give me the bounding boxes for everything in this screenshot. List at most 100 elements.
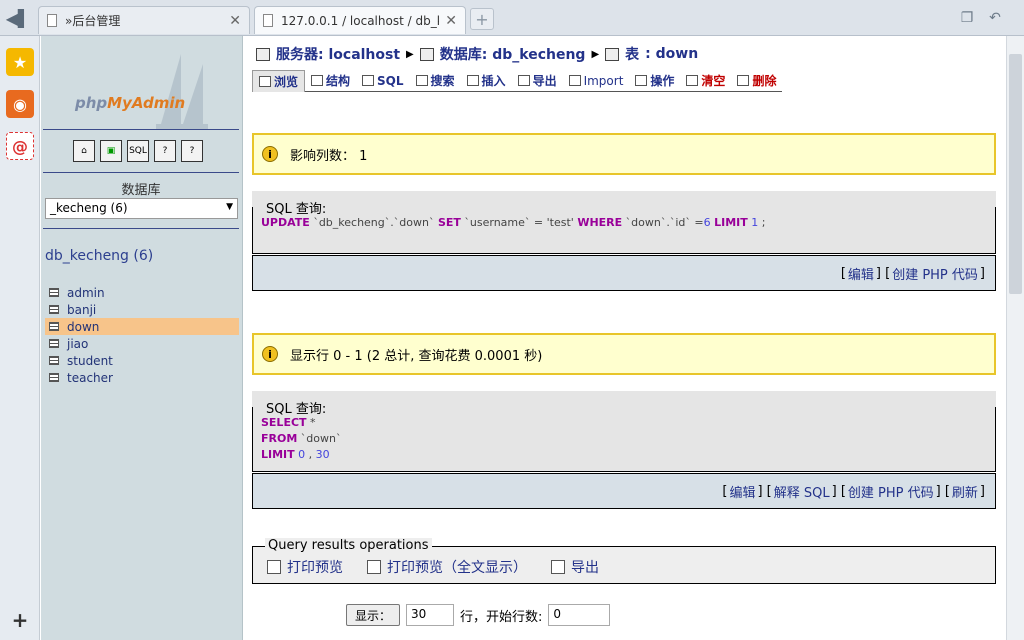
divider <box>43 172 239 173</box>
table-name: admin <box>67 285 105 300</box>
sql-query-legend: SQL 查询: <box>263 198 330 217</box>
print-preview-full-link[interactable]: 打印预览（全文显示） <box>367 557 527 577</box>
tab-export[interactable]: 导出 <box>511 70 563 92</box>
logo-myadmin: MyAdmin <box>107 94 186 112</box>
table-icon <box>49 373 59 382</box>
tab-drop[interactable]: 删除 <box>731 70 783 92</box>
create-php-link[interactable]: 创建 PHP 代码 <box>848 482 934 501</box>
docs-icon[interactable]: ? <box>154 140 176 162</box>
vertical-scrollbar[interactable] <box>1006 36 1024 640</box>
tab-insert[interactable]: 插入 <box>460 70 512 92</box>
tab-label: 插入 <box>481 74 506 88</box>
browser-tab-admin[interactable]: »后台管理 ✕ <box>38 6 250 34</box>
query-results-operations: Query results operations 打印预览 打印预览（全文显示）… <box>252 538 996 584</box>
rows-shown-notice: i 显示行 0 - 1 (2 总计, 查询花费 0.0001 秒) <box>252 333 996 375</box>
export-icon <box>551 560 565 574</box>
ship-logo-icon <box>156 54 208 130</box>
pma-navigation: phpMyAdmin ⌂ ▣ SQL ? ? 数据库 _kecheng (6) … <box>41 36 243 640</box>
table-item-teacher[interactable]: teacher <box>45 369 239 386</box>
sql-query-box-select: SQL 查询: SELECT * FROM `down` LIMIT 0 , 30 … <box>252 391 996 509</box>
search-icon <box>415 75 428 86</box>
table-tabs: 浏览 结构 SQL 搜索 插入 导出 Import 操作 清空 删除 <box>252 70 783 92</box>
insert-icon <box>466 75 479 86</box>
breadcrumb-database[interactable]: 数据库: db_kecheng <box>440 44 586 64</box>
tab-browse[interactable]: 浏览 <box>252 70 306 92</box>
sql-icon <box>362 75 375 86</box>
notice-text: 影响列数： 1 <box>290 148 368 164</box>
table-name: teacher <box>67 370 113 385</box>
close-tab-icon[interactable]: ✕ <box>445 13 457 29</box>
edit-link[interactable]: 编辑 <box>729 482 755 501</box>
browse-icon <box>259 76 271 87</box>
affected-rows-notice: i 影响列数： 1 <box>252 133 996 175</box>
sql-links-bar: [编辑] [解释 SQL] [创建 PHP 代码] [刷新] <box>252 473 996 509</box>
table-item-admin[interactable]: admin <box>45 284 239 301</box>
edit-link[interactable]: 编辑 <box>848 264 874 283</box>
export-label: 导出 <box>571 560 599 576</box>
new-tab-button[interactable]: + <box>470 8 494 30</box>
database-select[interactable]: _kecheng (6) ▼ <box>45 198 238 219</box>
table-name: jiao <box>67 336 89 351</box>
table-icon <box>49 288 59 297</box>
start-row-label: 行，开始行数: <box>460 609 543 625</box>
home-icon[interactable]: ⌂ <box>73 140 95 162</box>
database-label: 数据库 <box>121 183 161 198</box>
explain-sql-link[interactable]: 解释 SQL <box>774 482 830 501</box>
tab-label: 删除 <box>752 74 777 88</box>
breadcrumb-server[interactable]: 服务器: localhost <box>276 44 400 64</box>
table-item-down[interactable]: down <box>45 318 239 335</box>
table-name: banji <box>67 302 97 317</box>
table-item-student[interactable]: student <box>45 352 239 369</box>
import-icon <box>568 75 581 86</box>
table-name: down <box>67 319 100 334</box>
tab-sql[interactable]: SQL <box>356 70 410 92</box>
table-icon <box>605 47 620 61</box>
close-tab-icon[interactable]: ✕ <box>229 13 241 29</box>
breadcrumb: 服务器: localhost ▶ 数据库: db_kecheng ▶ 表 : d… <box>256 44 698 64</box>
pma-main: 服务器: localhost ▶ 数据库: db_kecheng ▶ 表 : d… <box>244 36 1006 640</box>
tab-label: 操作 <box>650 74 675 88</box>
breadcrumb-table[interactable]: : down <box>645 46 698 62</box>
tab-structure[interactable]: 结构 <box>305 70 357 92</box>
favorites-star-icon[interactable]: ★ <box>6 48 34 76</box>
start-row-input[interactable]: 0 <box>548 604 611 626</box>
sql-window-icon[interactable]: SQL <box>127 140 149 162</box>
sql-code-select: SELECT * FROM `down` LIMIT 0 , 30 <box>261 416 342 461</box>
help-icon[interactable]: ? <box>181 140 203 162</box>
tab-operations[interactable]: 操作 <box>629 70 681 92</box>
sql-code-update: UPDATE `db_kecheng`.`down` SET `username… <box>261 216 766 229</box>
table-list: admin banji down jiao student teacher <box>45 284 239 386</box>
tab-label: Import <box>583 73 624 88</box>
undo-close-icon[interactable]: ↶ <box>984 8 1006 28</box>
info-icon: i <box>262 346 278 362</box>
show-button[interactable]: 显示： <box>346 604 401 626</box>
rows-input[interactable]: 30 <box>406 604 455 626</box>
phpmyadmin-logo[interactable]: phpMyAdmin <box>75 94 185 112</box>
table-item-jiao[interactable]: jiao <box>45 335 239 352</box>
weibo-icon[interactable]: ◉ <box>6 90 34 118</box>
tab-label: 结构 <box>326 74 351 88</box>
database-name-link[interactable]: db_kecheng (6) <box>45 248 153 264</box>
browser-tab-phpmyadmin[interactable]: 127.0.0.1 / localhost / db_ke ✕ <box>254 6 466 34</box>
tab-search[interactable]: 搜索 <box>409 70 461 92</box>
scrollbar-thumb[interactable] <box>1009 54 1022 294</box>
sidebar-toggle-icon[interactable]: ◀▌ <box>0 0 36 36</box>
exit-icon[interactable]: ▣ <box>100 140 122 162</box>
page-icon <box>47 14 57 27</box>
refresh-link[interactable]: 刷新 <box>952 482 978 501</box>
sql-query-legend: SQL 查询: <box>263 398 330 417</box>
drop-icon <box>737 75 750 86</box>
table-name: student <box>67 353 113 368</box>
chevron-down-icon: ▼ <box>226 202 233 212</box>
tab-empty[interactable]: 清空 <box>680 70 732 92</box>
sql-box-bg <box>252 191 996 207</box>
restore-tabs-icon[interactable]: ❐ <box>956 8 978 28</box>
display-controls: 显示： 30 行，开始行数: 0 <box>346 604 611 626</box>
print-preview-link[interactable]: 打印预览 <box>267 557 343 577</box>
mail-icon[interactable]: @ <box>6 132 34 160</box>
table-item-banji[interactable]: banji <box>45 301 239 318</box>
tab-import[interactable]: Import <box>562 70 630 92</box>
add-icon[interactable]: + <box>6 606 34 634</box>
create-php-link[interactable]: 创建 PHP 代码 <box>892 264 978 283</box>
export-link[interactable]: 导出 <box>551 557 599 577</box>
